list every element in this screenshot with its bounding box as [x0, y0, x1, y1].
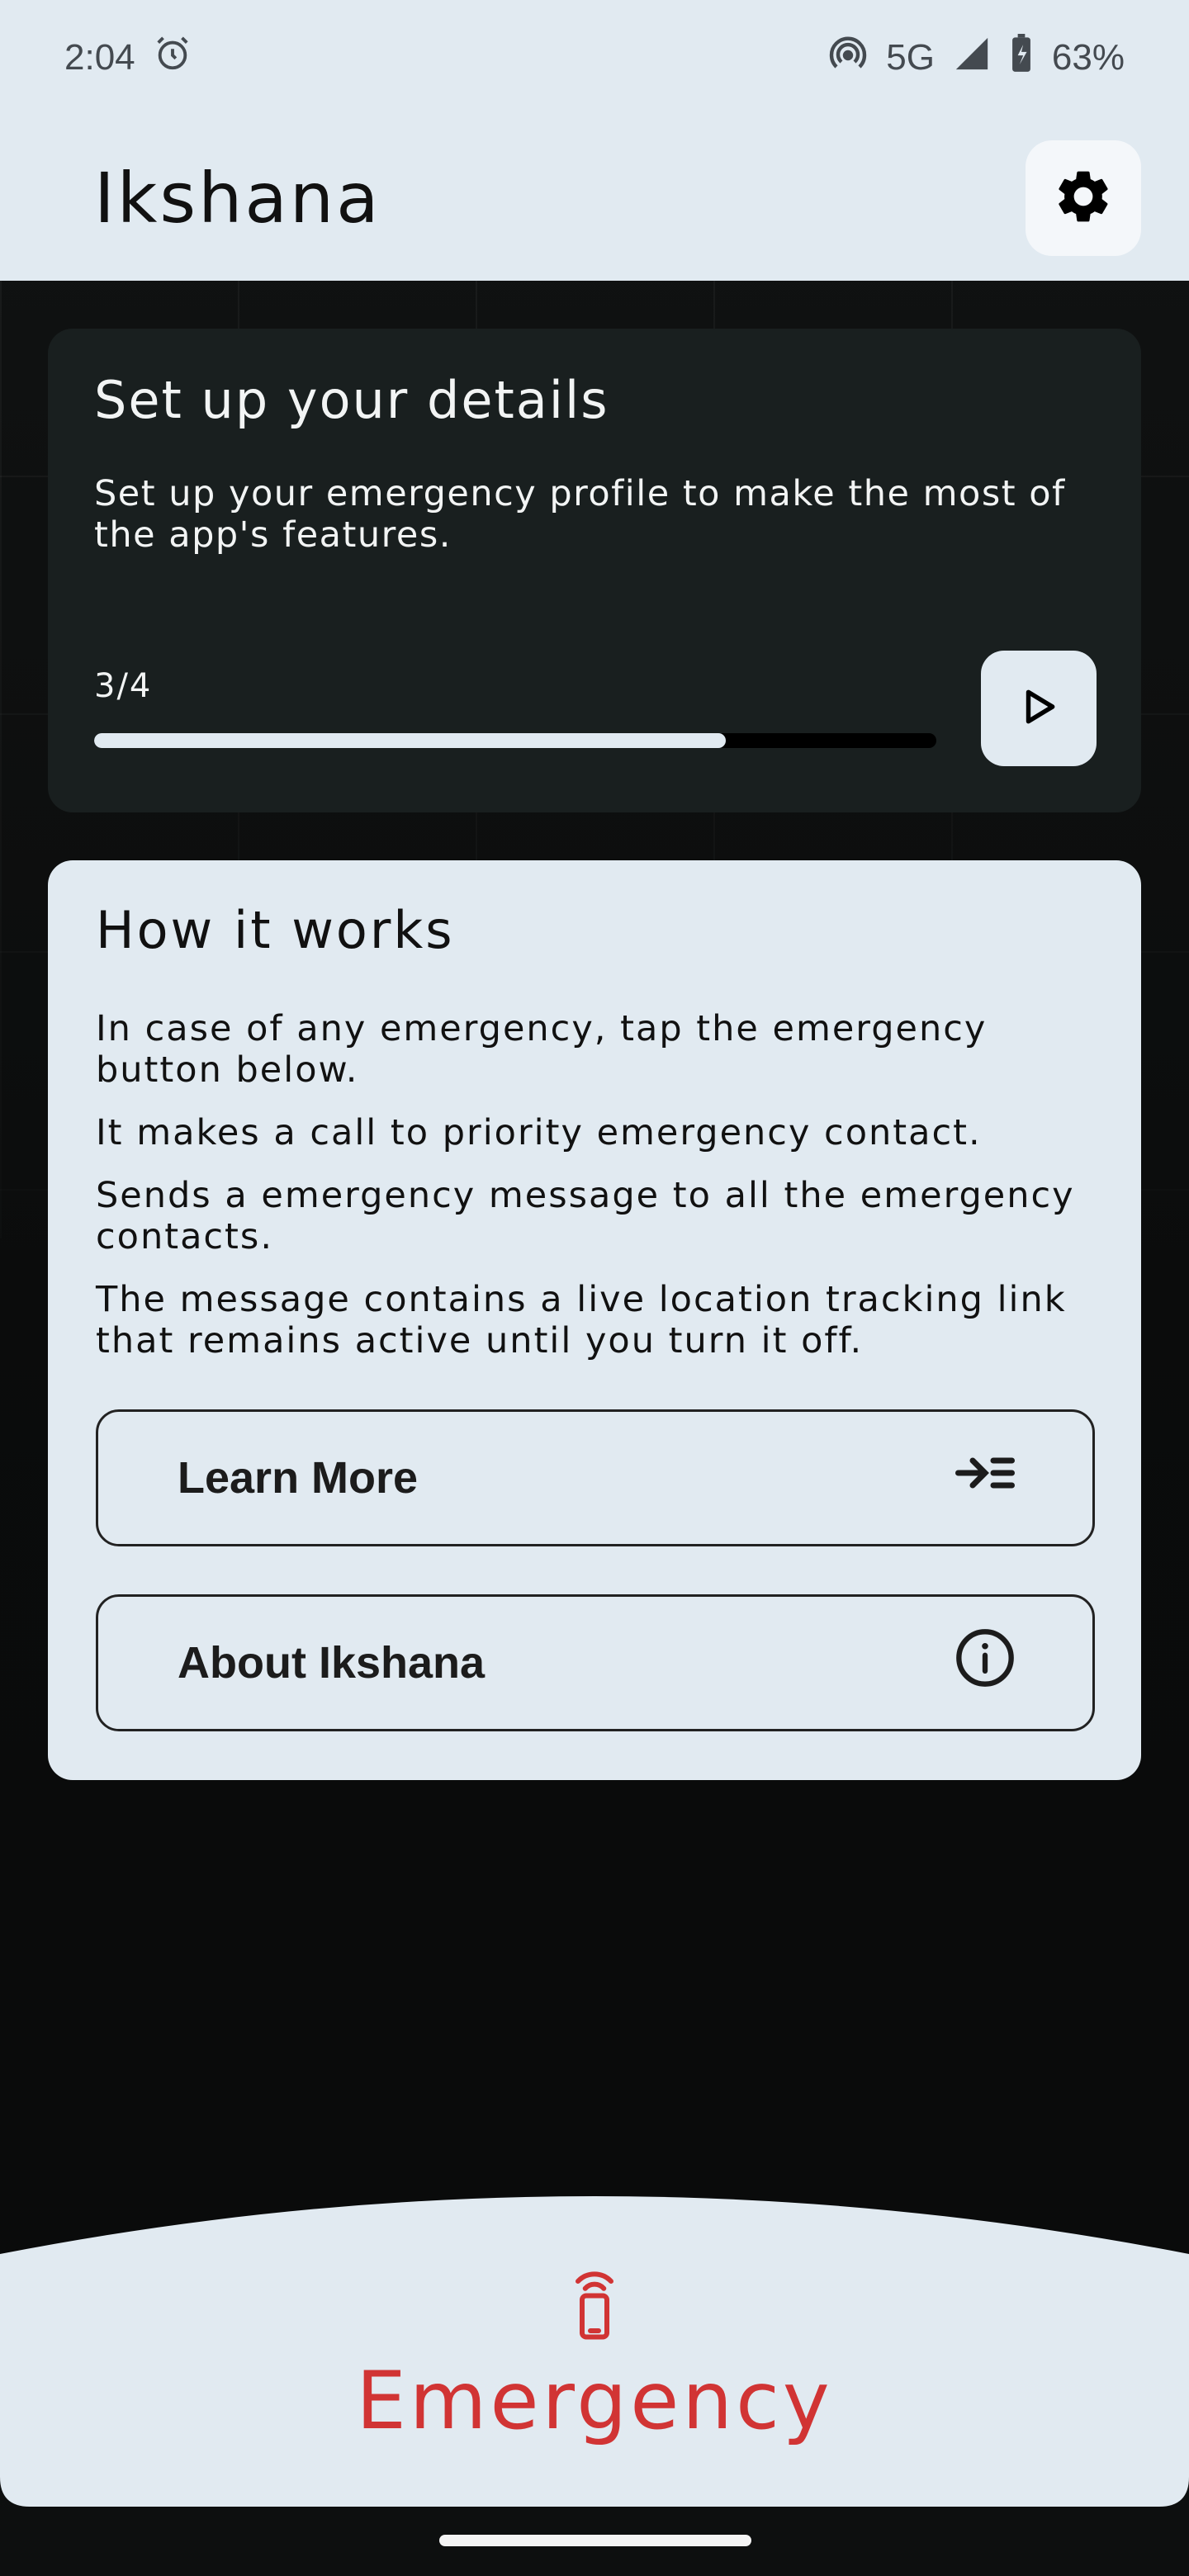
phone-signal-icon [566, 2262, 623, 2345]
progress-label: 3/4 [94, 667, 153, 705]
emergency-content: Emergency [0, 2262, 1189, 2447]
setup-card[interactable]: Set up your details Set up your emergenc… [48, 329, 1141, 812]
about-label: About Ikshana [178, 1638, 486, 1688]
how-it-works-line: Sends a emergency message to all the eme… [96, 1175, 1075, 1257]
how-it-works-list: In case of any emergency, tap the emerge… [96, 1008, 1093, 1361]
arrow-list-icon [954, 1452, 1016, 1504]
home-indicator[interactable] [439, 2535, 751, 2546]
alarm-icon [154, 35, 192, 82]
how-it-works-line: It makes a call to priority emergency co… [96, 1112, 982, 1153]
info-icon [954, 1627, 1016, 1700]
about-button[interactable]: About Ikshana [96, 1594, 1095, 1731]
setup-title: Set up your details [94, 370, 609, 430]
setup-description: Set up your emergency profile to make th… [94, 473, 1066, 556]
status-time: 2:04 [64, 37, 135, 78]
learn-more-label: Learn More [178, 1453, 419, 1503]
emergency-button[interactable]: Emergency [0, 2196, 1189, 2507]
status-bar: 2:04 5G 63% [0, 0, 1189, 116]
status-right: 5G 63% [828, 33, 1125, 83]
how-it-works-card: How it works In case of any emergency, t… [48, 860, 1141, 1780]
gear-icon [1052, 165, 1115, 231]
hotspot-icon [828, 34, 868, 83]
play-icon [1018, 686, 1059, 731]
how-it-works-line: The message contains a live location tra… [96, 1279, 1067, 1361]
battery-icon [1009, 33, 1034, 83]
battery-percent: 63% [1051, 37, 1125, 78]
app-bar: Ikshana [0, 116, 1189, 281]
how-it-works-line: In case of any emergency, tap the emerge… [96, 1008, 988, 1091]
progress-bar [94, 733, 936, 748]
continue-setup-button[interactable] [981, 651, 1097, 766]
network-type: 5G [886, 37, 935, 78]
emergency-label: Emergency [356, 2355, 833, 2447]
status-left: 2:04 [64, 35, 192, 82]
app-title: Ikshana [94, 158, 381, 239]
progress-fill [94, 733, 726, 748]
signal-icon [953, 35, 991, 82]
settings-button[interactable] [1026, 140, 1141, 256]
learn-more-button[interactable]: Learn More [96, 1409, 1095, 1546]
how-it-works-title: How it works [96, 900, 455, 960]
